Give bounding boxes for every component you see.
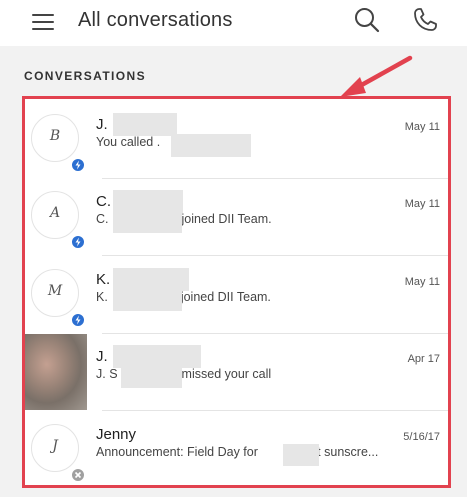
top-app-bar: All conversations: [0, 0, 467, 46]
preview-suffix: missed your call: [181, 367, 272, 381]
redacted-text: [113, 289, 182, 311]
avatar-photo: [25, 334, 87, 410]
status-badge: [70, 157, 86, 173]
conversation-item[interactable]: M K. K. joined DII Team. May 11: [25, 257, 448, 334]
avatar: A: [31, 191, 86, 250]
preview-suffix: joined DII Team.: [181, 212, 272, 226]
divider: [102, 410, 448, 411]
conversation-item[interactable]: A C. C. joined DII Team. May 11: [25, 179, 448, 256]
message-date: 5/16/17: [403, 431, 440, 443]
preview-suffix: joined DII Team.: [180, 290, 271, 304]
redacted-text: [283, 444, 319, 466]
message-date: May 11: [404, 276, 440, 288]
contact-name: J.: [96, 116, 108, 133]
conversation-item[interactable]: J. J. S missed your call Apr 17: [25, 334, 448, 411]
message-date: May 11: [404, 121, 440, 133]
redacted-text: [121, 366, 182, 388]
avatar: M: [31, 269, 86, 328]
redacted-name: [113, 268, 189, 291]
divider: [102, 255, 448, 256]
contact-name: J.: [96, 348, 108, 365]
conversation-item[interactable]: B J. You called . May 11: [25, 102, 448, 179]
conversation-list-highlight: B J. You called . May 11 A C. C. joined D…: [22, 96, 451, 488]
message-date: May 11: [404, 198, 440, 210]
redacted-text: [113, 211, 182, 233]
contact-name: Jenny: [96, 426, 137, 443]
message-preview: You called .: [96, 135, 161, 149]
status-badge: [70, 467, 86, 483]
redacted-text: [171, 134, 251, 157]
avatar: B: [31, 114, 86, 173]
contact-name: C.: [96, 193, 111, 210]
status-badge: [70, 312, 86, 328]
preview-prefix: K.: [96, 290, 108, 304]
contact-name: K.: [96, 271, 111, 288]
avatar-initial: A: [49, 205, 61, 221]
conversation-item[interactable]: J Jenny Announcement: Field Day for Put s…: [25, 412, 448, 489]
avatar-initial: J: [52, 438, 58, 454]
avatar: J: [31, 424, 86, 483]
preview-prefix: C.: [96, 212, 109, 226]
avatar-initial: M: [47, 283, 63, 299]
contact-name-text: J.: [96, 116, 108, 133]
page-title: All conversations: [78, 9, 233, 31]
search-icon[interactable]: [353, 6, 381, 34]
redacted-name: [113, 190, 183, 213]
preview-prefix: J. S: [96, 367, 118, 381]
hamburger-menu-icon[interactable]: [32, 13, 54, 31]
phone-icon[interactable]: [410, 5, 440, 35]
message-preview: Announcement: Field Day for Put sunscre..…: [96, 445, 378, 459]
redacted-name: [113, 113, 177, 136]
redacted-name: [113, 345, 201, 368]
avatar-initial: B: [49, 128, 61, 144]
status-badge: [70, 234, 86, 250]
section-heading: CONVERSATIONS: [24, 69, 146, 83]
message-date: Apr 17: [407, 353, 440, 365]
preview-prefix: Announcement: Field Day for: [96, 445, 258, 459]
